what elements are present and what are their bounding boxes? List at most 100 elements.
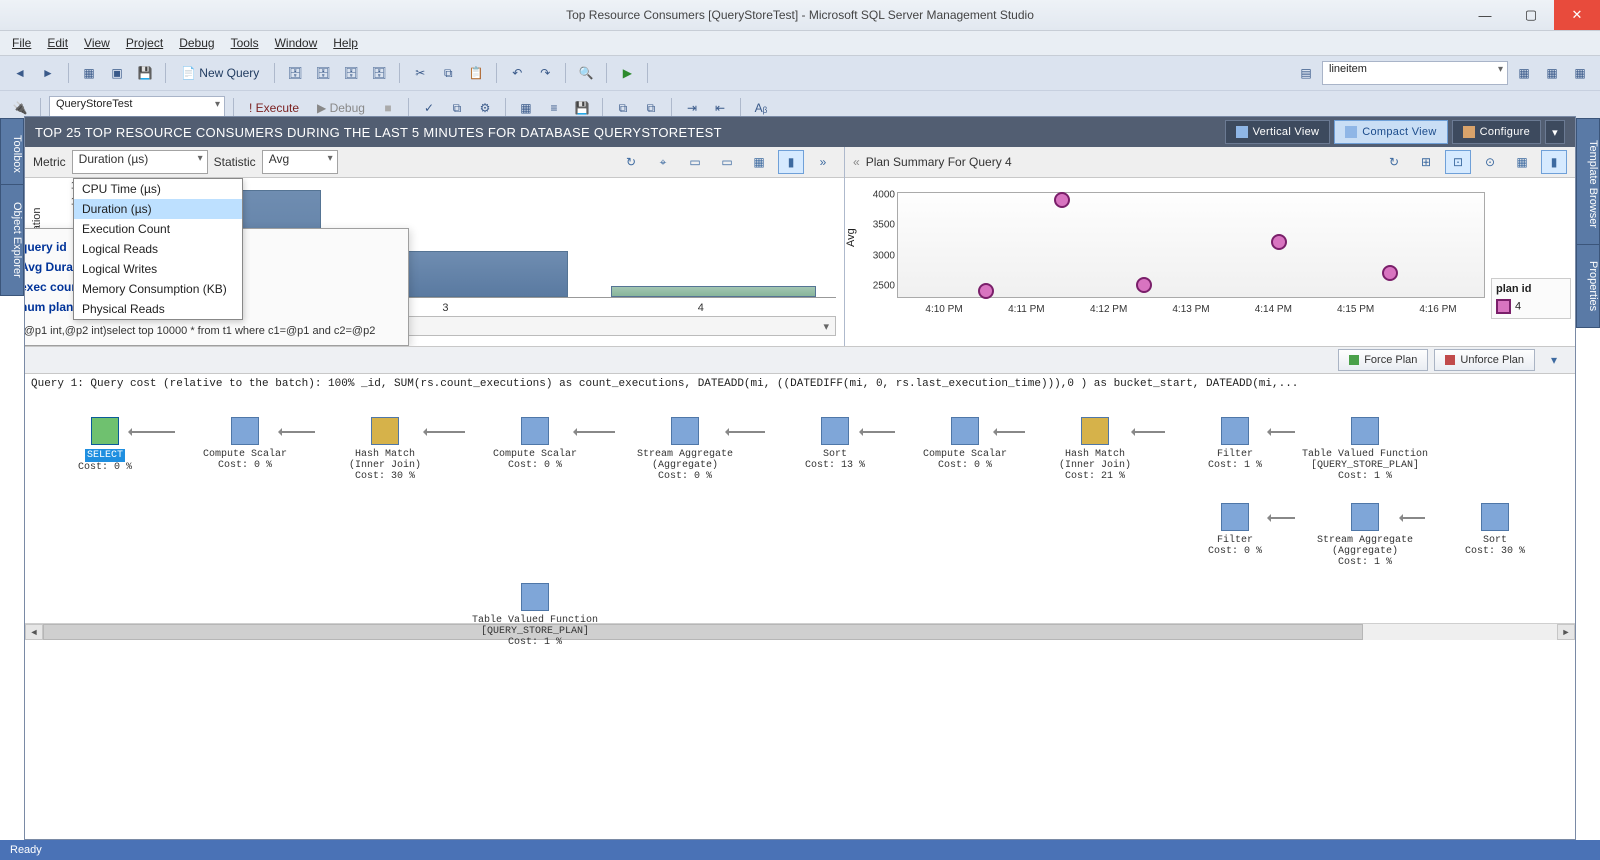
run-icon[interactable]: ▶ xyxy=(615,61,639,85)
compact-view-button[interactable]: Compact View xyxy=(1334,120,1447,144)
paste-icon[interactable]: 📋 xyxy=(464,61,488,85)
plan-node[interactable]: Compute ScalarCost: 0 % xyxy=(175,417,315,471)
expand-icon[interactable]: » xyxy=(810,150,836,174)
view-chart-icon[interactable]: ▮ xyxy=(1541,150,1567,174)
metric-option[interactable]: Logical Writes xyxy=(74,259,242,279)
metric-option[interactable]: Execution Count xyxy=(74,219,242,239)
execute-button[interactable]: ! Execute xyxy=(242,98,306,118)
properties-tab[interactable]: Properties xyxy=(1576,244,1600,328)
plan-node[interactable]: Compute ScalarCost: 0 % xyxy=(465,417,605,471)
back-icon[interactable]: ◄ xyxy=(8,61,32,85)
scroll-right-icon[interactable]: ► xyxy=(1557,624,1575,640)
banner-more-icon[interactable]: ▾ xyxy=(1545,120,1565,144)
plan-chart-icon[interactable]: ⊡ xyxy=(1445,150,1471,174)
axis-icon[interactable]: ⊞ xyxy=(1413,150,1439,174)
scatter-y-axis: 2500 3000 3500 4000 xyxy=(855,192,895,298)
vertical-view-button[interactable]: Vertical View xyxy=(1225,120,1331,144)
target-icon[interactable]: ⌖ xyxy=(650,150,676,174)
scatter-x-axis: 4:10 PM 4:11 PM 4:12 PM 4:13 PM 4:14 PM … xyxy=(897,304,1485,324)
plan-graph[interactable]: SELECTCost: 0 % Compute ScalarCost: 0 % … xyxy=(25,393,1575,623)
undo-icon[interactable]: ↶ xyxy=(505,61,529,85)
plan-node[interactable]: Table Valued Function [QUERY_STORE_PLAN]… xyxy=(465,583,605,648)
metric-option[interactable]: Physical Reads xyxy=(74,299,242,319)
bar-query-4[interactable] xyxy=(611,286,816,297)
unforce-plan-button[interactable]: Unforce Plan xyxy=(1434,349,1535,371)
menu-view[interactable]: View xyxy=(78,34,116,52)
template-browser-tab[interactable]: Template Browser xyxy=(1576,118,1600,250)
plan-node[interactable]: SortCost: 30 % xyxy=(1425,503,1565,557)
schema-icon3[interactable]: ▦ xyxy=(1568,61,1592,85)
scatter-point[interactable] xyxy=(1271,234,1287,250)
grid-icon[interactable]: ▦ xyxy=(746,150,772,174)
filter-icon xyxy=(1221,417,1249,445)
force-plan-button[interactable]: Force Plan xyxy=(1338,349,1428,371)
menu-tools[interactable]: Tools xyxy=(225,34,265,52)
plan-node[interactable]: Stream Aggregate (Aggregate)Cost: 0 % xyxy=(615,417,755,482)
plan-node-select[interactable]: SELECTCost: 0 % xyxy=(35,417,175,473)
banner-title: TOP 25 TOP RESOURCE CONSUMERS DURING THE… xyxy=(35,125,722,140)
plan-node[interactable]: Hash Match (Inner Join)Cost: 21 % xyxy=(1025,417,1165,482)
y-tick: 3000 xyxy=(873,250,895,261)
scatter-point[interactable] xyxy=(1054,192,1070,208)
view-query-icon[interactable]: ▭ xyxy=(714,150,740,174)
plan-node[interactable]: Compute ScalarCost: 0 % xyxy=(895,417,1035,471)
plan-node[interactable]: FilterCost: 0 % xyxy=(1165,503,1305,557)
object-combo[interactable]: lineitem xyxy=(1322,61,1508,85)
plan-node[interactable]: Hash Match (Inner Join)Cost: 30 % xyxy=(315,417,455,482)
bubble-icon[interactable]: ⊙ xyxy=(1477,150,1503,174)
redo-icon[interactable]: ↷ xyxy=(533,61,557,85)
metric-option[interactable]: Memory Consumption (KB) xyxy=(74,279,242,299)
cut-icon[interactable]: ✂ xyxy=(408,61,432,85)
schema-icon[interactable]: ▦ xyxy=(1512,61,1536,85)
grid-icon2[interactable]: ▦ xyxy=(1509,150,1535,174)
expand-left-icon[interactable]: « xyxy=(853,155,860,169)
plan-summary-panel: « Plan Summary For Query 4 ↻ ⊞ ⊡ ⊙ ▦ ▮ A… xyxy=(845,147,1575,346)
copy-icon[interactable]: ⧉ xyxy=(436,61,460,85)
menu-help[interactable]: Help xyxy=(327,34,364,52)
metric-combo[interactable]: Duration (µs) xyxy=(72,150,208,174)
db-icon[interactable]: 🗄 xyxy=(283,61,307,85)
plan-menu-icon[interactable]: ▾ xyxy=(1541,348,1567,372)
force-icon xyxy=(1349,355,1359,365)
scatter-point[interactable] xyxy=(1382,265,1398,281)
open-icon[interactable]: ▣ xyxy=(105,61,129,85)
plan-scrollbar[interactable]: ◄ ► xyxy=(25,623,1575,640)
statistic-combo[interactable]: Avg xyxy=(262,150,338,174)
table-icon[interactable]: ▤ xyxy=(1294,61,1318,85)
db-icon2[interactable]: 🗄 xyxy=(311,61,335,85)
db-icon3[interactable]: 🗄 xyxy=(339,61,363,85)
plan-node[interactable]: Table Valued Function [QUERY_STORE_PLAN]… xyxy=(1295,417,1435,482)
menu-debug[interactable]: Debug xyxy=(173,34,220,52)
chart-icon[interactable]: ▮ xyxy=(778,150,804,174)
scatter-point[interactable] xyxy=(1136,277,1152,293)
scroll-left-icon[interactable]: ◄ xyxy=(25,624,43,640)
toolbox-tab[interactable]: Toolbox xyxy=(0,118,24,190)
debug-button[interactable]: ▶ Debug xyxy=(310,98,372,118)
scatter-point[interactable] xyxy=(978,283,994,299)
menu-project[interactable]: Project xyxy=(120,34,169,52)
plan-node[interactable]: SortCost: 13 % xyxy=(765,417,905,471)
refresh-icon[interactable]: ↻ xyxy=(1381,150,1407,174)
menu-file[interactable]: File xyxy=(6,34,37,52)
new-project-icon[interactable]: ▦ xyxy=(77,61,101,85)
compute-scalar-icon xyxy=(521,417,549,445)
plan-node[interactable]: Stream Aggregate (Aggregate)Cost: 1 % xyxy=(1295,503,1435,568)
plan-node[interactable]: FilterCost: 1 % xyxy=(1165,417,1305,471)
y-tick: 4000 xyxy=(873,190,895,201)
metric-option[interactable]: CPU Time (µs) xyxy=(74,179,242,199)
schema-icon2[interactable]: ▦ xyxy=(1540,61,1564,85)
sql-icon[interactable]: ▭ xyxy=(682,150,708,174)
db-icon4[interactable]: 🗄 xyxy=(367,61,391,85)
save-icon[interactable]: 💾 xyxy=(133,61,157,85)
forward-icon[interactable]: ► xyxy=(36,61,60,85)
new-query-button[interactable]: 📄 New Query xyxy=(174,63,266,83)
metric-option[interactable]: Logical Reads xyxy=(74,239,242,259)
object-explorer-tab[interactable]: Object Explorer xyxy=(0,184,24,296)
refresh-icon[interactable]: ↻ xyxy=(618,150,644,174)
metric-option-selected[interactable]: Duration (µs) xyxy=(74,199,242,219)
menu-edit[interactable]: Edit xyxy=(41,34,74,52)
configure-button[interactable]: Configure xyxy=(1452,120,1541,144)
find-icon[interactable]: 🔍 xyxy=(574,61,598,85)
execution-plan-area: Query 1: Query cost (relative to the bat… xyxy=(25,374,1575,839)
menu-window[interactable]: Window xyxy=(269,34,324,52)
